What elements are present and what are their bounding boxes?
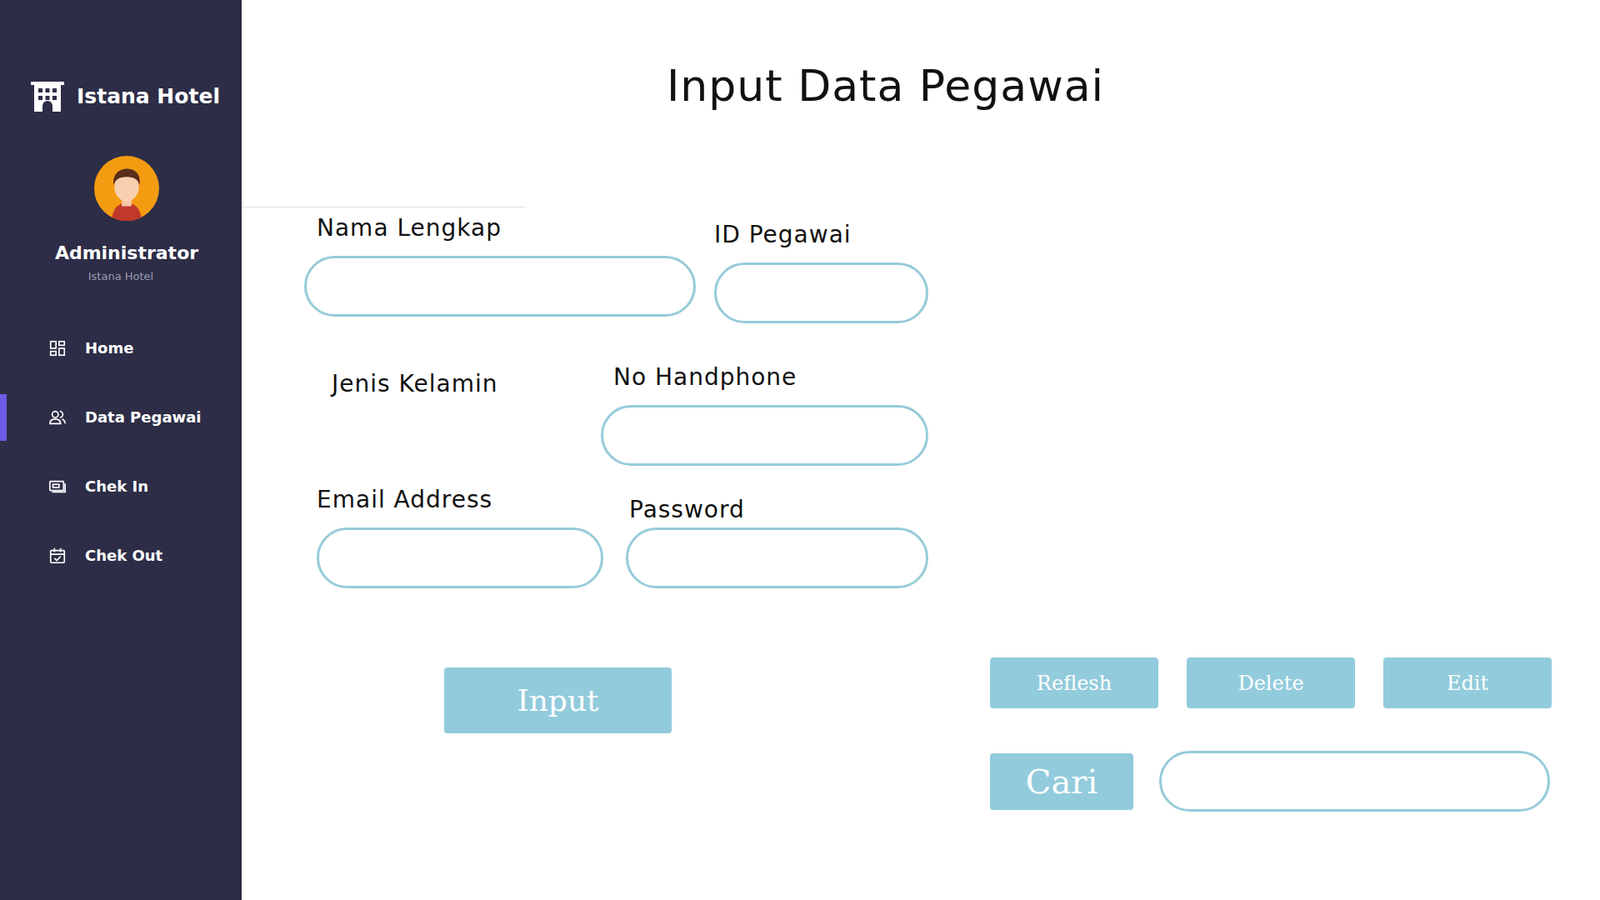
field-label: No Handphone [600, 363, 929, 392]
text-field[interactable] [316, 527, 604, 589]
content-area: Nama Lengkap ID Pegawai Jenis Kelamin No Ha… [304, 111, 1542, 812]
field-label: Nama Lengkap [304, 214, 696, 243]
hotel-building-icon [30, 80, 65, 114]
avatar-wrap [0, 113, 242, 221]
main-content: Input Data Pegawai Nama Lengkap ID Pegawai… [241, 0, 1600, 900]
user-name: Administrator [0, 239, 242, 267]
sidebar-item-label: Chek In [85, 475, 149, 498]
sidebar-item[interactable]: Data Pegawai [0, 394, 242, 441]
search-row: Cari [990, 750, 1552, 812]
dashboard-icon [48, 339, 67, 358]
input-button[interactable]: Input [444, 667, 672, 734]
field-label: Email Address [316, 485, 604, 515]
users-icon [48, 408, 67, 427]
sidebar-item-label: Home [85, 336, 134, 360]
action-buttons: Reflesh Delete Edit [990, 657, 1552, 709]
sidebar-nav: Home Data Pegawai Chek In Chek Out [0, 325, 242, 580]
action-button[interactable]: Edit [1383, 657, 1552, 709]
form-group: No Handphone [600, 363, 929, 466]
sidebar: Istana HotelAdministratorIstana HotelHom… [0, 0, 242, 900]
form-row: Nama Lengkap ID Pegawai [304, 214, 938, 324]
sidebar-item[interactable]: Chek Out [0, 532, 242, 580]
brand-name: Istana Hotel [76, 80, 220, 113]
form-group: ID Pegawai [714, 220, 929, 324]
action-button[interactable]: Delete [1186, 657, 1355, 709]
user-avatar-icon [94, 155, 160, 221]
sidebar-item[interactable]: Home [0, 325, 242, 372]
calendar-icon [48, 546, 67, 565]
field-label: Jenis Kelamin [304, 370, 583, 399]
form-row: Email Address Password [304, 485, 938, 589]
search-field[interactable] [1159, 750, 1550, 812]
text-field[interactable] [304, 255, 696, 317]
sidebar-item-label: Chek Out [85, 544, 163, 567]
employee-form: Nama Lengkap ID Pegawai Jenis Kelamin No Ha… [304, 111, 938, 734]
field-label: Password [625, 495, 929, 525]
text-field[interactable] [714, 262, 929, 324]
app-shell: Istana HotelAdministratorIstana HotelHom… [0, 0, 1600, 900]
form-group: Password [625, 485, 929, 589]
text-field[interactable] [600, 405, 929, 466]
sidebar-item-label: Data Pegawai [85, 405, 201, 429]
user-info: AdministratorIstana Hotel [0, 220, 242, 285]
form-row: Jenis Kelamin No Handphone [304, 363, 938, 466]
card-icon [48, 477, 67, 496]
form-group: Email Address [316, 485, 604, 589]
text-field[interactable] [625, 527, 929, 589]
divider [241, 206, 525, 208]
user-subtitle: Istana Hotel [0, 268, 242, 285]
search-button[interactable]: Cari [990, 753, 1134, 810]
form-group: Jenis Kelamin [304, 363, 583, 412]
page-title: Input Data Pegawai [304, 60, 1467, 112]
sidebar-item[interactable]: Chek In [0, 463, 242, 510]
field-label: ID Pegawai [714, 220, 929, 250]
brand[interactable]: Istana Hotel [0, 80, 242, 114]
action-button[interactable]: Reflesh [990, 657, 1159, 709]
form-group: Nama Lengkap [304, 214, 696, 317]
actions-panel: Reflesh Delete Edit Cari [990, 657, 1552, 812]
